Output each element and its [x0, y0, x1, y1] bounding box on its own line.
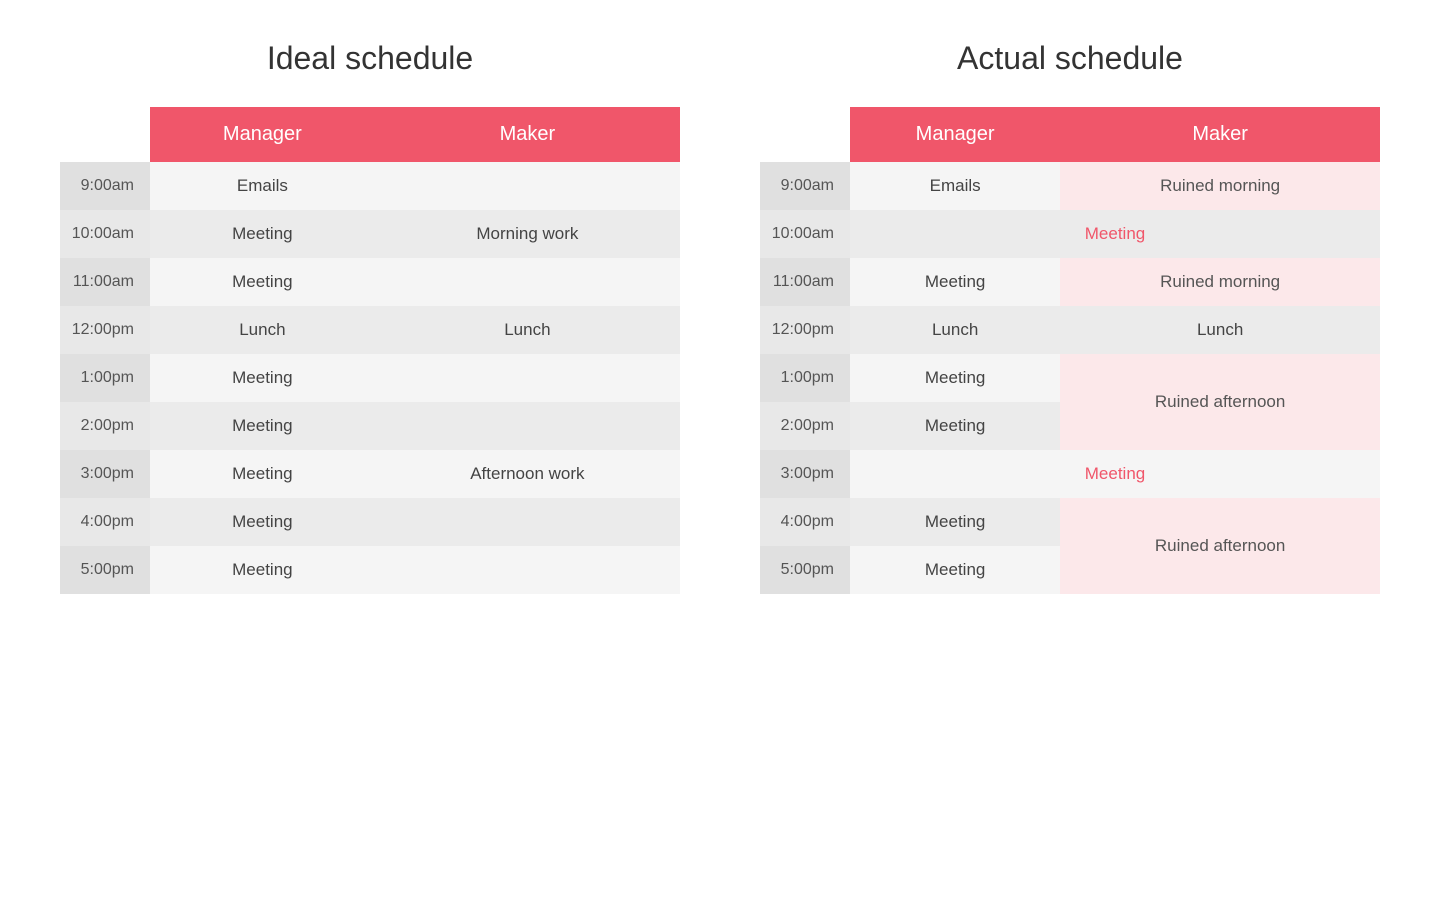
time-cell: 12:00pm: [760, 306, 850, 354]
manager-cell: Meeting: [150, 546, 375, 594]
ruined-afternoon-cell: Ruined afternoon: [1060, 498, 1380, 594]
table-row: 10:00amMeetingMorning work: [60, 210, 680, 258]
actual-table: Manager Maker 9:00amEmailsRuined morning…: [760, 107, 1380, 594]
manager-cell: Meeting: [850, 402, 1060, 450]
time-cell: 1:00pm: [60, 354, 150, 402]
manager-cell: Meeting: [850, 498, 1060, 546]
manager-cell: Meeting: [150, 498, 375, 546]
maker-cell: Ruined morning: [1060, 258, 1380, 306]
time-cell: 11:00am: [760, 258, 850, 306]
manager-cell: Emails: [850, 162, 1060, 210]
maker-cell: Lunch: [1060, 306, 1380, 354]
table-row: 1:00pmMeeting: [60, 354, 680, 402]
maker-cell: Morning work: [375, 210, 680, 258]
table-row: 3:00pmMeeting: [760, 450, 1380, 498]
actual-schedule-section: Actual schedule Manager Maker 9:00amEmai…: [760, 40, 1380, 594]
maker-cell: Afternoon work: [375, 450, 680, 498]
maker-cell: [375, 546, 680, 594]
table-row: 12:00pmLunchLunch: [60, 306, 680, 354]
ideal-manager-header: Manager: [150, 107, 375, 162]
meeting-span-cell: Meeting: [850, 450, 1380, 498]
actual-maker-header: Maker: [1060, 107, 1380, 162]
ideal-table: Manager Maker 9:00amEmails10:00amMeeting…: [60, 107, 680, 594]
time-cell: 5:00pm: [60, 546, 150, 594]
table-row: 5:00pmMeeting: [60, 546, 680, 594]
ideal-maker-header: Maker: [375, 107, 680, 162]
maker-cell: [375, 258, 680, 306]
time-cell: 3:00pm: [760, 450, 850, 498]
table-row: 11:00amMeeting: [60, 258, 680, 306]
time-cell: 9:00am: [60, 162, 150, 210]
manager-cell: Meeting: [150, 450, 375, 498]
actual-title: Actual schedule: [760, 40, 1380, 77]
manager-cell: Meeting: [850, 258, 1060, 306]
manager-cell: Meeting: [150, 354, 375, 402]
table-row: 9:00amEmailsRuined morning: [760, 162, 1380, 210]
maker-cell: [375, 498, 680, 546]
table-row: 4:00pmMeetingRuined afternoon: [760, 498, 1380, 546]
ideal-title: Ideal schedule: [60, 40, 680, 77]
maker-cell: Ruined morning: [1060, 162, 1380, 210]
maker-cell: [375, 354, 680, 402]
table-row: 11:00amMeetingRuined morning: [760, 258, 1380, 306]
table-row: 10:00amMeeting: [760, 210, 1380, 258]
manager-cell: Meeting: [850, 354, 1060, 402]
time-cell: 1:00pm: [760, 354, 850, 402]
manager-cell: Meeting: [150, 258, 375, 306]
time-cell: 9:00am: [760, 162, 850, 210]
actual-manager-header: Manager: [850, 107, 1060, 162]
manager-cell: Meeting: [150, 402, 375, 450]
table-row: 4:00pmMeeting: [60, 498, 680, 546]
meeting-span-cell: Meeting: [850, 210, 1380, 258]
maker-cell: Lunch: [375, 306, 680, 354]
table-row: 12:00pmLunchLunch: [760, 306, 1380, 354]
table-row: 3:00pmMeetingAfternoon work: [60, 450, 680, 498]
page-container: Ideal schedule Manager Maker 9:00amEmail…: [60, 40, 1380, 594]
time-cell: 11:00am: [60, 258, 150, 306]
manager-cell: Emails: [150, 162, 375, 210]
manager-cell: Meeting: [150, 210, 375, 258]
manager-cell: Meeting: [850, 546, 1060, 594]
time-cell: 2:00pm: [760, 402, 850, 450]
ideal-time-header: [60, 107, 150, 162]
table-row: 2:00pmMeeting: [60, 402, 680, 450]
time-cell: 2:00pm: [60, 402, 150, 450]
maker-cell: [375, 162, 680, 210]
manager-cell: Lunch: [850, 306, 1060, 354]
time-cell: 12:00pm: [60, 306, 150, 354]
time-cell: 10:00am: [760, 210, 850, 258]
ideal-schedule-section: Ideal schedule Manager Maker 9:00amEmail…: [60, 40, 680, 594]
manager-cell: Lunch: [150, 306, 375, 354]
actual-time-header: [760, 107, 850, 162]
time-cell: 5:00pm: [760, 546, 850, 594]
time-cell: 3:00pm: [60, 450, 150, 498]
table-row: 1:00pmMeetingRuined afternoon: [760, 354, 1380, 402]
ruined-afternoon-cell: Ruined afternoon: [1060, 354, 1380, 450]
time-cell: 4:00pm: [760, 498, 850, 546]
time-cell: 4:00pm: [60, 498, 150, 546]
time-cell: 10:00am: [60, 210, 150, 258]
table-row: 9:00amEmails: [60, 162, 680, 210]
maker-cell: [375, 402, 680, 450]
